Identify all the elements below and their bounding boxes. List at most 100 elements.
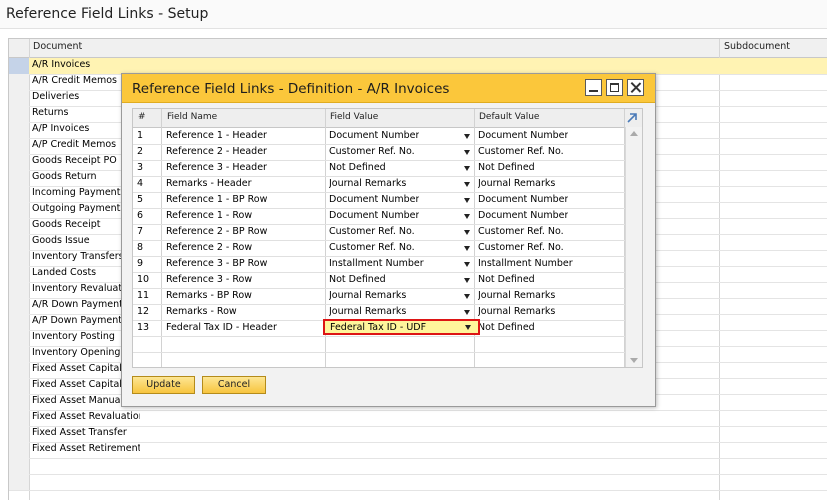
empty-row[interactable] (133, 352, 625, 368)
row-header[interactable] (9, 218, 29, 234)
row-header[interactable] (9, 362, 29, 378)
field-value-dropdown[interactable]: Not Defined (329, 162, 386, 173)
field-value-dropdown[interactable]: Journal Remarks (329, 178, 406, 189)
chevron-down-icon[interactable] (464, 262, 470, 267)
chevron-down-icon[interactable] (464, 214, 470, 219)
row-header[interactable] (9, 154, 29, 170)
table-row[interactable]: 7 Reference 2 - BP Row Customer Ref. No. Cu… (133, 224, 625, 241)
row-header[interactable] (9, 282, 29, 298)
row-header[interactable] (9, 346, 29, 362)
table-row[interactable]: 8 Reference 2 - Row Customer Ref. No. Custo… (133, 240, 625, 257)
chevron-down-icon[interactable] (464, 182, 470, 187)
chevron-down-icon[interactable] (464, 230, 470, 235)
row-header[interactable] (9, 378, 29, 394)
row-header[interactable] (9, 458, 29, 474)
table-row[interactable]: Fixed Asset Retirement (9, 442, 827, 459)
dialog-title-bar[interactable]: Reference Field Links - Definition - A/R… (122, 74, 655, 103)
field-value-dropdown[interactable]: Document Number (329, 210, 419, 221)
table-row[interactable]: 11 Remarks - BP Row Journal Remarks Journal… (133, 288, 625, 305)
row-header[interactable] (9, 58, 29, 74)
row-header[interactable] (9, 426, 29, 442)
row-header[interactable] (9, 250, 29, 266)
chevron-down-icon[interactable] (464, 246, 470, 251)
chevron-down-icon[interactable] (464, 198, 470, 203)
vertical-scrollbar[interactable] (625, 127, 642, 367)
table-row[interactable]: 4 Remarks - Header Journal Remarks Journal … (133, 176, 625, 193)
scroll-up-icon[interactable] (630, 131, 638, 136)
field-name-cell: Reference 2 - BP Row (166, 226, 268, 237)
row-header[interactable] (9, 74, 29, 90)
cancel-button[interactable]: Cancel (202, 376, 266, 394)
field-value-dropdown[interactable]: Document Number (329, 194, 419, 205)
field-value-dropdown[interactable]: Installment Number (329, 258, 424, 269)
close-icon[interactable] (627, 79, 644, 96)
table-row[interactable] (9, 458, 827, 475)
row-header[interactable] (9, 266, 29, 282)
chevron-down-icon[interactable] (465, 325, 471, 330)
column-header-document[interactable]: Document (33, 41, 82, 52)
row-number: 4 (137, 178, 144, 189)
chevron-down-icon[interactable] (464, 294, 470, 299)
maximize-icon[interactable] (606, 79, 623, 96)
row-header[interactable] (9, 314, 29, 330)
chevron-down-icon[interactable] (464, 134, 470, 139)
table-row[interactable]: 10 Reference 3 - Row Not Defined Not Define… (133, 272, 625, 289)
table-row[interactable]: 2 Reference 2 - Header Customer Ref. No. Cu… (133, 144, 625, 161)
field-name-cell: Reference 1 - BP Row (166, 194, 268, 205)
row-header[interactable] (9, 298, 29, 314)
row-header[interactable] (9, 170, 29, 186)
scroll-down-icon[interactable] (630, 358, 638, 363)
column-header-default-value[interactable]: Default Value (479, 112, 539, 122)
column-header-num[interactable]: # (138, 112, 146, 122)
row-number: 12 (137, 306, 150, 317)
field-value-dropdown[interactable]: Not Defined (329, 274, 386, 285)
row-number: 2 (137, 146, 144, 157)
table-row[interactable] (9, 474, 827, 491)
chevron-down-icon[interactable] (464, 278, 470, 283)
column-header-field-name[interactable]: Field Name (167, 112, 217, 122)
field-value-dropdown[interactable]: Customer Ref. No. (329, 226, 415, 237)
table-row[interactable]: 3 Reference 3 - Header Not Defined Not Defi… (133, 160, 625, 177)
column-header-subdocument[interactable]: Subdocument (724, 41, 790, 52)
default-value-cell: Journal Remarks (478, 178, 556, 189)
row-header[interactable] (9, 330, 29, 346)
field-value-dropdown[interactable]: Customer Ref. No. (329, 242, 415, 253)
chevron-down-icon[interactable] (464, 166, 470, 171)
row-header[interactable] (9, 474, 29, 490)
chevron-down-icon[interactable] (464, 310, 470, 315)
field-value-dropdown-highlighted[interactable]: Federal Tax ID - UDF (323, 319, 480, 335)
row-header[interactable] (9, 186, 29, 202)
table-row[interactable]: 1 Reference 1 - Header Document Number Docu… (133, 128, 625, 145)
row-header[interactable] (9, 106, 29, 122)
default-value-cell: Document Number (478, 194, 569, 205)
table-row[interactable]: Fixed Asset Transfer (9, 426, 827, 443)
row-header[interactable] (9, 90, 29, 106)
table-row[interactable]: 6 Reference 1 - Row Document Number Documen… (133, 208, 625, 225)
default-value-cell: Journal Remarks (478, 306, 556, 317)
field-value-dropdown[interactable]: Journal Remarks (329, 290, 406, 301)
field-value-dropdown[interactable]: Journal Remarks (329, 306, 406, 317)
row-header[interactable] (9, 234, 29, 250)
table-row[interactable]: Fixed Asset Revaluation (9, 410, 827, 427)
table-row[interactable]: 5 Reference 1 - BP Row Document Number Docu… (133, 192, 625, 209)
row-header[interactable] (9, 394, 29, 410)
row-header[interactable] (9, 442, 29, 458)
row-header[interactable] (9, 202, 29, 218)
window-title: Reference Field Links - Setup (6, 6, 209, 22)
field-value-dropdown[interactable]: Document Number (329, 130, 419, 141)
row-header[interactable] (9, 410, 29, 426)
document-cell: Fixed Asset Transfer (32, 427, 127, 438)
column-header-field-value[interactable]: Field Value (330, 112, 378, 122)
expand-icon[interactable] (625, 111, 639, 125)
empty-row[interactable] (133, 336, 625, 353)
row-number: 11 (137, 290, 150, 301)
field-value-dropdown[interactable]: Customer Ref. No. (329, 146, 415, 157)
minimize-icon[interactable] (585, 79, 602, 96)
update-button[interactable]: Update (132, 376, 195, 394)
chevron-down-icon[interactable] (464, 150, 470, 155)
row-number: 1 (137, 130, 144, 141)
row-header[interactable] (9, 122, 29, 138)
table-row[interactable]: 9 Reference 3 - BP Row Installment Number I… (133, 256, 625, 273)
default-value-cell: Journal Remarks (478, 290, 556, 301)
row-header[interactable] (9, 138, 29, 154)
